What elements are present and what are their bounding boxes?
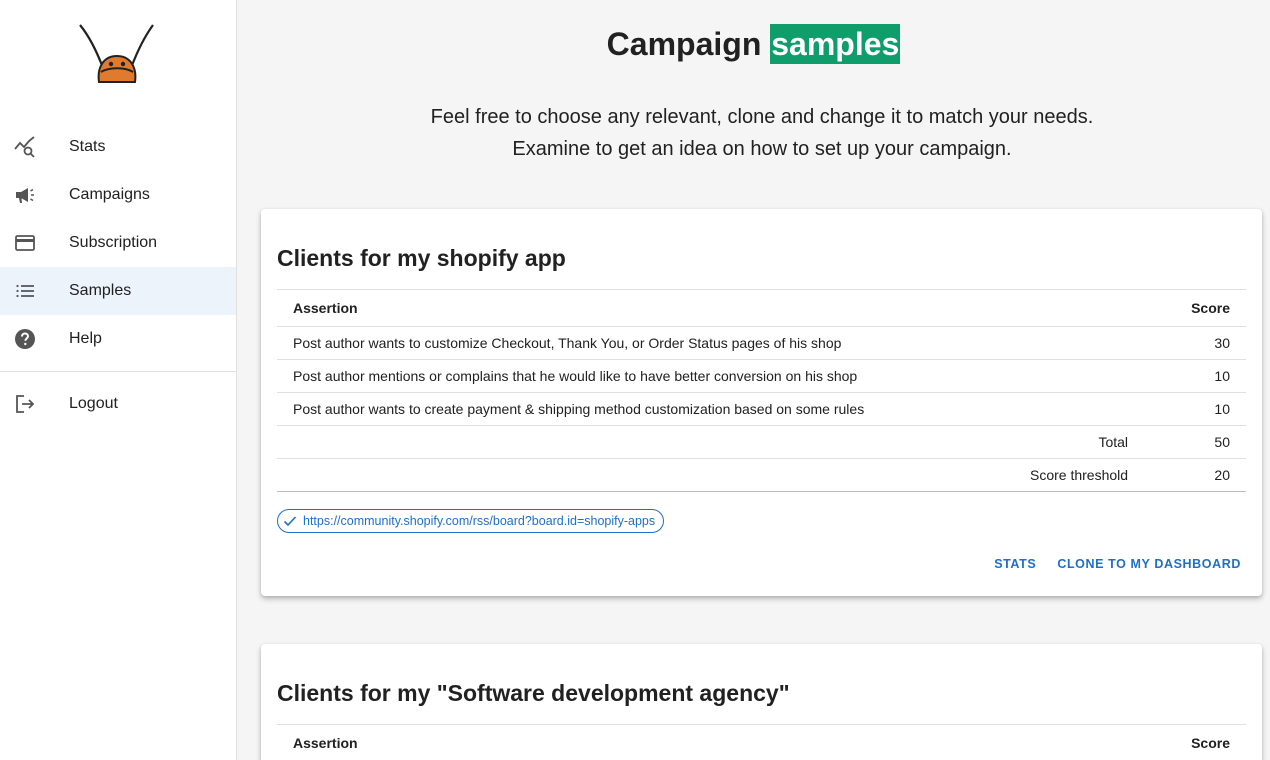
table-row: Post author wants to create payment & sh… — [277, 392, 1246, 426]
total-value: 50 — [1144, 425, 1246, 459]
sample-card: Clients for my "Software development age… — [261, 644, 1262, 760]
megaphone-icon — [13, 183, 37, 207]
sidebar-item-campaigns[interactable]: Campaigns — [0, 171, 236, 219]
list-icon — [13, 279, 37, 303]
sidebar-item-label: Subscription — [69, 234, 158, 251]
threshold-label: Score threshold — [277, 458, 1145, 492]
threshold-value: 20 — [1144, 458, 1246, 492]
page-title-highlight: samples — [770, 24, 901, 64]
logout-label: Logout — [69, 395, 118, 412]
column-header-assertion: Assertion — [277, 724, 836, 760]
source-url-text: https://community.shopify.com/rss/board?… — [303, 514, 656, 528]
total-row: Total 50 — [277, 425, 1246, 459]
subtitle-line: Examine to get an idea on how to set up … — [512, 138, 1012, 160]
sidebar-item-label: Campaigns — [69, 186, 150, 203]
stats-search-icon — [13, 135, 37, 159]
check-icon — [283, 516, 297, 527]
sidebar: Stats Campaigns Subscription Samples Hel… — [0, 0, 237, 760]
assertion-cell: Post author wants to create payment & sh… — [277, 392, 1145, 426]
main-content: Campaign samples Feel free to choose any… — [237, 0, 1270, 760]
column-header-score: Score — [1144, 289, 1246, 327]
help-circle-icon — [13, 327, 37, 351]
source-url-chip[interactable]: https://community.shopify.com/rss/board?… — [277, 509, 665, 533]
stats-button[interactable]: STATS — [994, 557, 1036, 571]
page-title-text: Campaign — [606, 26, 771, 62]
clone-to-dashboard-button[interactable]: CLONE TO MY DASHBOARD — [1057, 557, 1241, 571]
logout-icon — [13, 392, 37, 416]
sample-card: Clients for my shopify app Assertion Sco… — [261, 209, 1262, 596]
sidebar-divider — [0, 371, 236, 372]
table-header-row: Assertion Score — [277, 724, 1246, 760]
assertion-cell: Post author wants to customize Checkout,… — [277, 326, 1145, 360]
app-logo — [79, 22, 155, 84]
table-row: Post author wants to customize Checkout,… — [277, 326, 1246, 360]
score-cell: 30 — [1144, 326, 1246, 360]
card-title: Clients for my shopify app — [277, 245, 566, 271]
card-actions: STATS CLONE TO MY DASHBOARD — [994, 557, 1241, 571]
subtitle-line: Feel free to choose any relevant, clone … — [430, 106, 1094, 128]
credit-card-icon — [13, 231, 37, 255]
page-subtitle: Feel free to choose any relevant, clone … — [237, 101, 1270, 165]
threshold-row: Score threshold 20 — [277, 458, 1246, 492]
sidebar-item-subscription[interactable]: Subscription — [0, 219, 236, 267]
assertions-table: Assertion Score — [277, 724, 1246, 760]
card-title: Clients for my "Software development age… — [277, 680, 790, 706]
assertions-table: Assertion Score Post author wants to cus… — [277, 289, 1246, 492]
table-header-row: Assertion Score — [277, 289, 1246, 327]
sidebar-item-samples[interactable]: Samples — [0, 267, 236, 315]
assertion-cell: Post author mentions or complains that h… — [277, 359, 1145, 393]
total-label: Total — [277, 425, 1145, 459]
sidebar-item-stats[interactable]: Stats — [0, 123, 236, 171]
sidebar-item-label: Stats — [69, 138, 106, 155]
sidebar-nav: Stats Campaigns Subscription Samples Hel… — [0, 123, 236, 428]
column-header-score: Score — [835, 724, 1246, 760]
page-title: Campaign samples — [237, 24, 1270, 64]
logout-button[interactable]: Logout — [0, 380, 236, 428]
table-row: Post author mentions or complains that h… — [277, 359, 1246, 393]
score-cell: 10 — [1144, 392, 1246, 426]
column-header-assertion: Assertion — [277, 289, 1145, 327]
score-cell: 10 — [1144, 359, 1246, 393]
sidebar-item-label: Help — [69, 330, 102, 347]
sidebar-item-help[interactable]: Help — [0, 315, 236, 363]
sidebar-item-label: Samples — [69, 282, 132, 299]
